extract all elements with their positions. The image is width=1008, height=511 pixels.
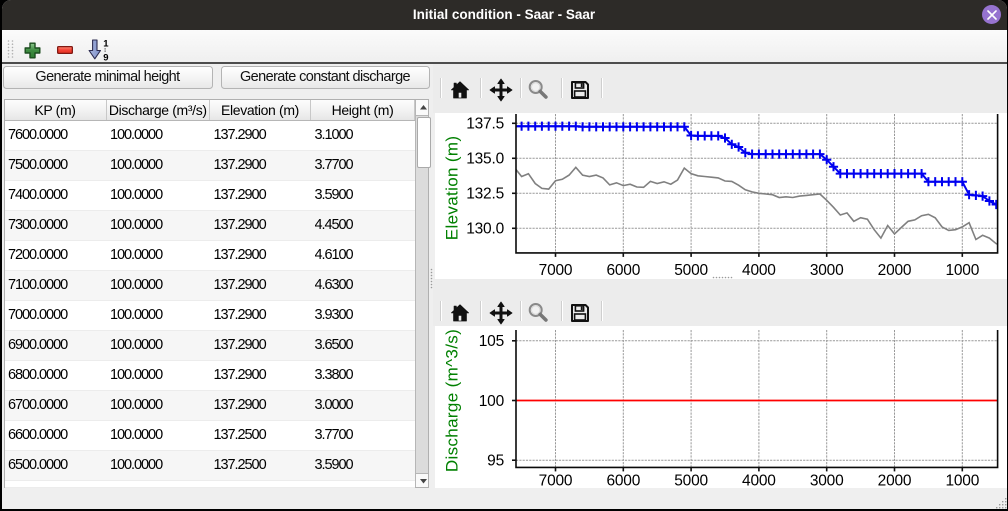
svg-text:135.0: 135.0 [466,151,504,168]
svg-text:Discharge (m^3/s): Discharge (m^3/s) [442,329,461,472]
svg-text:6000: 6000 [606,473,640,489]
svg-text:3000: 3000 [809,473,843,489]
svg-text:6000: 6000 [606,262,640,279]
svg-text:137.5: 137.5 [466,116,504,133]
svg-text:4000: 4000 [742,262,776,279]
svg-text:1000: 1000 [945,262,979,279]
svg-text:5000: 5000 [674,473,708,489]
svg-text:9: 9 [103,52,108,61]
svg-text:95: 95 [487,453,504,470]
svg-text:1000: 1000 [945,473,979,489]
svg-text:5000: 5000 [674,262,708,279]
svg-text:132.5: 132.5 [466,186,504,203]
svg-text:105: 105 [478,333,503,350]
svg-text:100: 100 [478,393,504,410]
svg-text:7000: 7000 [538,473,572,489]
svg-text:2000: 2000 [877,262,911,279]
svg-text:130.0: 130.0 [466,221,504,238]
svg-text:2000: 2000 [877,473,911,489]
svg-text:1: 1 [103,39,109,49]
svg-text:3000: 3000 [809,262,843,279]
svg-text:4000: 4000 [742,473,776,489]
svg-text:7000: 7000 [538,262,572,279]
svg-text:Elevation (m): Elevation (m) [442,136,461,241]
